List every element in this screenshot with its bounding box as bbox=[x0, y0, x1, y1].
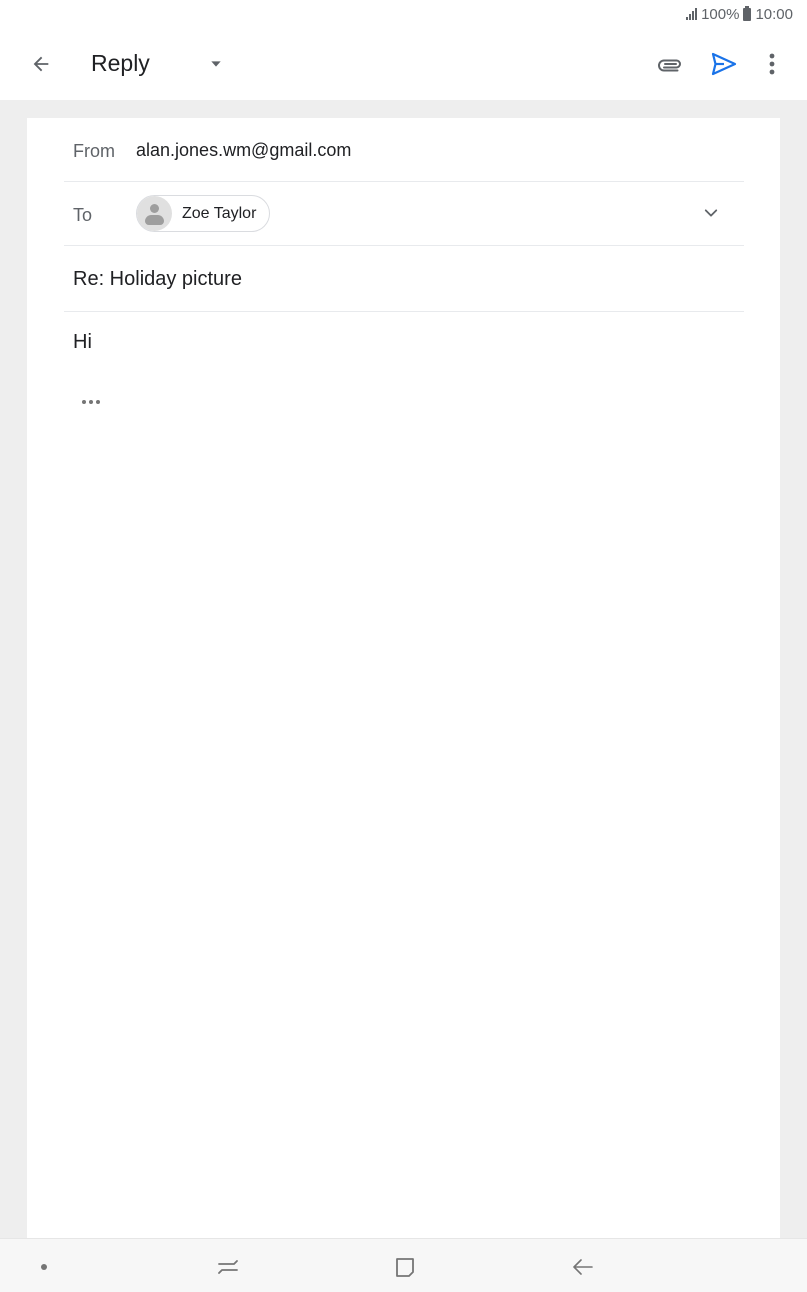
paperclip-icon bbox=[658, 59, 681, 72]
signal-icon bbox=[686, 8, 698, 20]
status-bar: 100% 10:00 bbox=[0, 0, 807, 28]
avatar bbox=[137, 196, 172, 231]
more-options-button[interactable] bbox=[756, 46, 788, 82]
more-vert-icon bbox=[769, 53, 775, 75]
send-button[interactable] bbox=[706, 46, 742, 82]
battery-icon bbox=[743, 5, 752, 21]
system-nav-bar bbox=[0, 1238, 807, 1292]
battery-percent: 100% bbox=[701, 5, 740, 23]
recipient-chip[interactable]: Zoe Taylor bbox=[136, 195, 271, 232]
clock: 10:00 bbox=[755, 5, 793, 23]
dot-icon bbox=[96, 400, 100, 404]
to-label: To bbox=[73, 205, 93, 225]
from-row[interactable]: From alan.jones.wm@gmail.com bbox=[64, 118, 744, 182]
home-button[interactable] bbox=[387, 1251, 423, 1283]
caret-down-icon bbox=[211, 61, 221, 67]
arrow-left-icon bbox=[33, 56, 49, 72]
body-field[interactable]: Hi bbox=[73, 331, 92, 354]
nav-back-button[interactable] bbox=[565, 1251, 601, 1283]
dot-icon bbox=[82, 400, 86, 404]
recipient-name: Zoe Taylor bbox=[182, 204, 257, 222]
recent-apps-button[interactable] bbox=[210, 1251, 246, 1283]
chevron-down-icon bbox=[704, 209, 718, 217]
attach-button[interactable] bbox=[652, 46, 688, 82]
from-label: From bbox=[73, 141, 115, 161]
to-row[interactable]: To Zoe Taylor bbox=[64, 182, 744, 246]
nav-dot-button[interactable] bbox=[26, 1251, 62, 1283]
back-icon bbox=[573, 1259, 593, 1275]
screen: 100% 10:00 Reply From alan.jones.wm@gmai… bbox=[0, 0, 807, 1292]
dot-icon bbox=[89, 400, 93, 404]
compose-sheet: From alan.jones.wm@gmail.com To Zoe Tayl… bbox=[27, 118, 780, 1238]
back-button[interactable] bbox=[22, 46, 60, 82]
from-address[interactable]: alan.jones.wm@gmail.com bbox=[136, 140, 351, 161]
subject-field[interactable]: Re: Holiday picture bbox=[73, 268, 242, 291]
home-icon bbox=[396, 1258, 414, 1277]
expand-recipients-button[interactable] bbox=[696, 196, 726, 230]
show-quoted-text-button[interactable] bbox=[73, 390, 109, 414]
subject-row[interactable]: Re: Holiday picture bbox=[64, 246, 744, 312]
reply-title[interactable]: Reply bbox=[91, 50, 150, 77]
reply-mode-dropdown[interactable] bbox=[200, 48, 232, 80]
recent-apps-icon bbox=[218, 1260, 238, 1274]
app-bar: Reply bbox=[0, 28, 807, 100]
send-icon bbox=[711, 52, 737, 76]
dot-icon bbox=[41, 1264, 47, 1270]
